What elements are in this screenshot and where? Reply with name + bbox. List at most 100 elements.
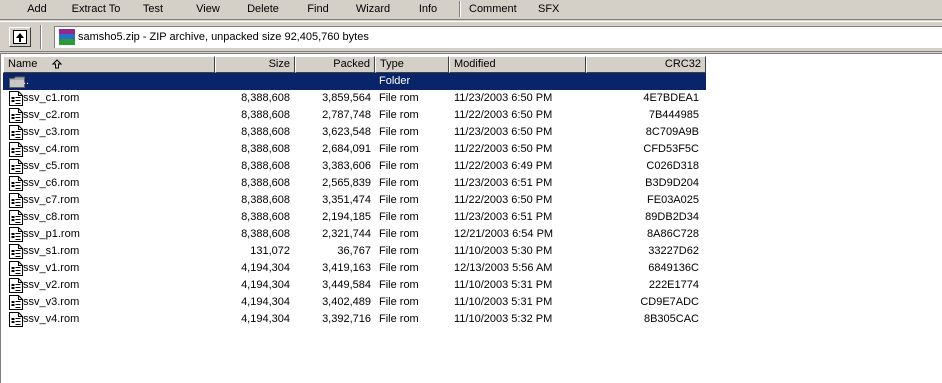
file-packed: 3,351,474 bbox=[322, 194, 371, 206]
file-modified: 12/21/2003 6:54 PM bbox=[454, 228, 554, 240]
file-row[interactable]: ssv_v2.rom 4,194,304 3,449,584 File rom 11/1… bbox=[3, 277, 706, 294]
file-modified: 11/23/2003 6:51 PM bbox=[454, 177, 553, 189]
file-size: 8,388,608 bbox=[241, 211, 290, 223]
view-button[interactable]: View bbox=[196, 2, 220, 16]
file-size: 4,194,304 bbox=[241, 279, 290, 291]
file-name: ssv_v4.rom bbox=[23, 313, 80, 325]
file-packed: 2,194,185 bbox=[322, 211, 371, 223]
file-name: ssv_c1.rom bbox=[23, 92, 80, 104]
file-crc32: 6849136C bbox=[648, 262, 699, 274]
file-crc32: CD9E7ADC bbox=[640, 296, 699, 308]
file-icon bbox=[9, 210, 23, 225]
parent-folder-name: .. bbox=[23, 75, 30, 87]
file-name: ssv_p1.rom bbox=[23, 228, 80, 240]
file-type: File rom bbox=[379, 194, 419, 206]
column-header-packed[interactable]: Packed bbox=[295, 56, 375, 73]
file-row[interactable]: ssv_c4.rom 8,388,608 2,684,091 File rom 11/2… bbox=[3, 141, 706, 158]
file-row[interactable]: ssv_c6.rom 8,388,608 2,565,839 File rom 11/2… bbox=[3, 175, 706, 192]
file-packed: 3,392,716 bbox=[322, 313, 371, 325]
delete-button[interactable]: Delete bbox=[246, 2, 280, 16]
file-row[interactable]: ssv_v1.rom 4,194,304 3,419,163 File rom 12/1… bbox=[3, 260, 706, 277]
file-crc32: 8A86C728 bbox=[647, 228, 699, 240]
column-header-size[interactable]: Size bbox=[215, 56, 295, 73]
file-size: 8,388,608 bbox=[241, 228, 290, 240]
file-packed: 3,402,489 bbox=[322, 296, 371, 308]
extract-to-button[interactable]: Extract To bbox=[67, 2, 125, 16]
file-name: ssv_c6.rom bbox=[23, 177, 80, 189]
file-icon bbox=[9, 312, 23, 327]
main-toolbar: Add Extract To Test View Delete Find Wiz… bbox=[0, 0, 942, 20]
file-modified: 11/23/2003 6:50 PM bbox=[454, 92, 553, 104]
file-modified: 11/10/2003 5:30 PM bbox=[454, 245, 553, 257]
file-size: 8,388,608 bbox=[241, 143, 290, 155]
file-icon bbox=[9, 193, 23, 208]
file-icon bbox=[9, 261, 23, 276]
file-modified: 11/22/2003 6:50 PM bbox=[454, 194, 553, 206]
file-icon bbox=[9, 108, 23, 123]
file-crc32: CFD53F5C bbox=[643, 143, 699, 155]
file-modified: 11/23/2003 6:51 PM bbox=[454, 211, 553, 223]
parent-folder-type: Folder bbox=[379, 75, 411, 87]
archive-icon bbox=[59, 29, 75, 45]
up-arrow-icon bbox=[13, 30, 27, 44]
up-folder-button[interactable] bbox=[9, 27, 31, 47]
test-button[interactable]: Test bbox=[140, 2, 166, 16]
file-row[interactable]: ssv_c2.rom 8,388,608 2,787,748 File rom 11/2… bbox=[3, 107, 706, 124]
file-icon bbox=[9, 278, 23, 293]
file-row[interactable]: ssv_p1.rom 8,388,608 2,321,744 File rom 12/2… bbox=[3, 226, 706, 243]
file-packed: 3,859,564 bbox=[322, 92, 371, 104]
file-row[interactable]: ssv_s1.rom 131,072 36,767 File rom 11/10/200… bbox=[3, 243, 706, 260]
sfx-button[interactable]: SFX bbox=[538, 2, 559, 16]
file-name: ssv_c4.rom bbox=[23, 143, 80, 155]
column-header-name[interactable]: Name bbox=[3, 56, 215, 73]
parent-folder-row[interactable]: .. Folder bbox=[3, 73, 706, 90]
file-packed: 3,449,584 bbox=[322, 279, 371, 291]
file-icon bbox=[9, 159, 23, 174]
comment-button[interactable]: Comment bbox=[469, 2, 517, 16]
file-name: ssv_c8.rom bbox=[23, 211, 80, 223]
archive-path-field[interactable]: samsho5.zip - ZIP archive, unpacked size… bbox=[54, 26, 942, 48]
sort-ascending-icon bbox=[52, 59, 63, 69]
file-row[interactable]: ssv_c5.rom 8,388,608 3,383,606 File rom 11/2… bbox=[3, 158, 706, 175]
file-list[interactable]: Name Size Packed Type Modified CRC32 .. … bbox=[0, 53, 942, 383]
list-header: Name Size Packed Type Modified CRC32 bbox=[3, 56, 942, 73]
file-type: File rom bbox=[379, 296, 419, 308]
column-header-crc32[interactable]: CRC32 bbox=[586, 56, 706, 73]
file-size: 8,388,608 bbox=[241, 160, 290, 172]
file-row[interactable]: ssv_c1.rom 8,388,608 3,859,564 File rom 11/2… bbox=[3, 90, 706, 107]
file-name: ssv_c2.rom bbox=[23, 109, 80, 121]
file-packed: 3,383,606 bbox=[322, 160, 371, 172]
file-size: 131,072 bbox=[250, 245, 290, 257]
file-row[interactable]: ssv_v3.rom 4,194,304 3,402,489 File rom 11/1… bbox=[3, 294, 706, 311]
file-row[interactable]: ssv_c3.rom 8,388,608 3,623,548 File rom 11/2… bbox=[3, 124, 706, 141]
info-button[interactable]: Info bbox=[417, 2, 439, 16]
file-name: ssv_c7.rom bbox=[23, 194, 80, 206]
file-row[interactable]: ssv_c8.rom 8,388,608 2,194,185 File rom 11/2… bbox=[3, 209, 706, 226]
file-size: 8,388,608 bbox=[241, 126, 290, 138]
file-packed: 3,419,163 bbox=[322, 262, 371, 274]
file-icon bbox=[9, 295, 23, 310]
file-row[interactable]: ssv_c7.rom 8,388,608 3,351,474 File rom 11/2… bbox=[3, 192, 706, 209]
file-crc32: 4E7BDEA1 bbox=[643, 92, 699, 104]
file-size: 4,194,304 bbox=[241, 313, 290, 325]
find-button[interactable]: Find bbox=[307, 2, 329, 16]
add-button[interactable]: Add bbox=[27, 2, 47, 16]
file-row[interactable]: ssv_v4.rom 4,194,304 3,392,716 File rom 11/1… bbox=[3, 311, 706, 328]
file-icon bbox=[9, 125, 23, 140]
file-type: File rom bbox=[379, 109, 419, 121]
file-type: File rom bbox=[379, 245, 419, 257]
file-name: ssv_v1.rom bbox=[23, 262, 80, 274]
file-modified: 11/22/2003 6:50 PM bbox=[454, 143, 553, 155]
file-modified: 11/10/2003 5:31 PM bbox=[454, 279, 553, 291]
file-packed: 2,787,748 bbox=[322, 109, 371, 121]
column-header-type[interactable]: Type bbox=[375, 56, 449, 73]
file-type: File rom bbox=[379, 211, 419, 223]
file-size: 8,388,608 bbox=[241, 177, 290, 189]
column-header-modified[interactable]: Modified bbox=[449, 56, 586, 73]
file-name: ssv_s1.rom bbox=[23, 245, 80, 257]
file-size: 8,388,608 bbox=[241, 109, 290, 121]
file-name: ssv_c3.rom bbox=[23, 126, 80, 138]
wizard-button[interactable]: Wizard bbox=[355, 2, 391, 16]
file-icon bbox=[9, 244, 23, 259]
file-packed: 2,321,744 bbox=[322, 228, 371, 240]
